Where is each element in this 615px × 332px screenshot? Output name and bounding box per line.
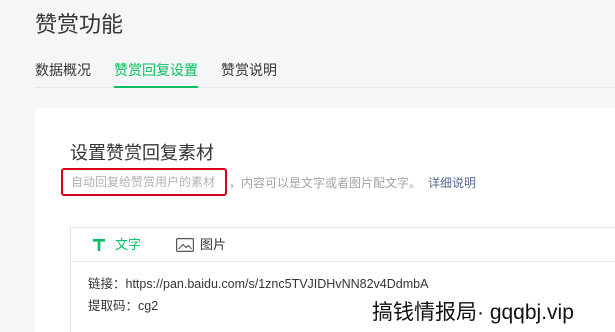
tab-reward-description[interactable]: 赞赏说明: [221, 60, 277, 88]
text-format-icon: [93, 238, 105, 251]
hint-line: 自动回复给赞赏用户的素材 ，内容可以是文字或者图片配文字。 详细说明: [61, 168, 476, 196]
editor-tabs: 文字 图片: [71, 228, 615, 262]
image-icon: [176, 237, 195, 252]
highlighted-hint: 自动回复给赞赏用户的素材: [61, 168, 228, 196]
watermark: 搞钱情报局· gqqbj.vip: [366, 298, 580, 328]
hint-text: ，内容可以是文字或者图片配文字。: [229, 175, 422, 190]
tab-data-overview[interactable]: 数据概况: [35, 60, 91, 88]
details-link[interactable]: 详细说明: [428, 174, 476, 191]
tab-reply-settings[interactable]: 赞赏回复设置: [114, 60, 198, 88]
nav-tabs: 数据概况 赞赏回复设置 赞赏说明: [35, 60, 277, 88]
editor-tab-image[interactable]: 图片: [176, 236, 226, 254]
page-title: 赞赏功能: [35, 12, 124, 37]
editor-tab-image-label: 图片: [200, 236, 227, 252]
section-heading: 设置赞赏回复素材: [70, 143, 214, 163]
content-line-link: 链接：https://pan.baidu.com/s/1znc5TVJIDHvN…: [88, 277, 429, 291]
editor-tab-text[interactable]: 文字: [93, 236, 141, 254]
editor-tab-text-label: 文字: [115, 236, 142, 252]
